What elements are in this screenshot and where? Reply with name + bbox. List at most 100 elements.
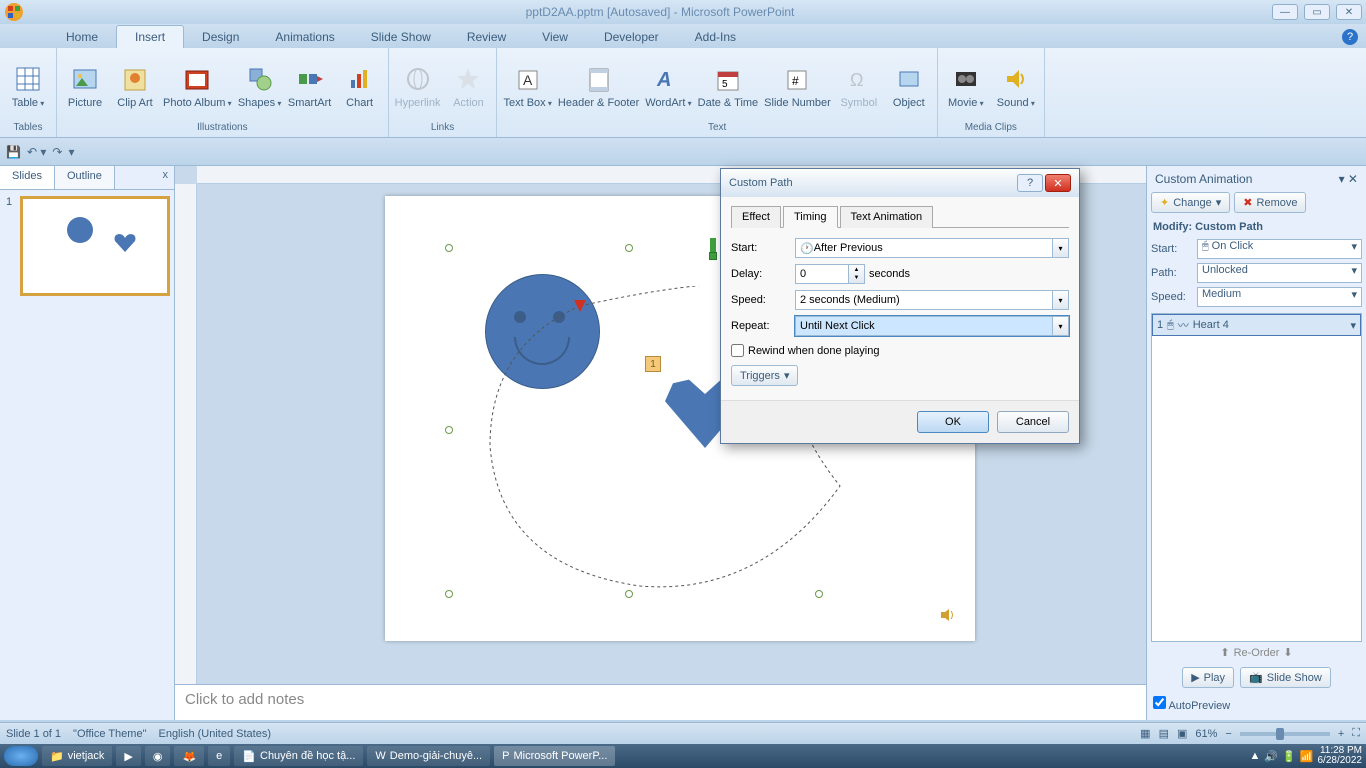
minimize-button[interactable]: — [1272,4,1298,20]
movie-button[interactable]: Movie [944,63,988,109]
view-slideshow-icon[interactable]: ▣ [1177,727,1187,740]
pane-dropdown-icon[interactable]: ▾ ✕ [1339,172,1358,186]
textbox-button[interactable]: AText Box [503,64,551,109]
triggers-button[interactable]: Triggers ▾ [731,365,798,386]
svg-text:#: # [792,74,799,88]
help-icon[interactable]: ? [1342,29,1358,45]
tray-icon[interactable]: 🔊 [1264,750,1278,763]
reorder-down-icon[interactable]: ⬇ [1283,646,1292,659]
tab-review[interactable]: Review [449,26,524,48]
slideshow-button[interactable]: 📺 Slide Show [1240,667,1331,688]
sound-button[interactable]: Sound [994,63,1038,109]
taskbar-mediaplayer[interactable]: ▶ [116,746,140,766]
play-button[interactable]: ▶ Play [1182,667,1234,688]
dialog-close-button[interactable]: ✕ [1045,174,1071,192]
headerfooter-button[interactable]: Header & Footer [558,64,639,109]
text-animation-tab[interactable]: Text Animation [840,206,934,228]
group-tables: Table Tables [0,48,57,137]
path-select[interactable]: Unlocked▾ [1197,263,1362,283]
delay-spinner[interactable]: 0▲▼ [795,264,865,284]
table-button[interactable]: Table [6,63,50,109]
symbol-button: ΩSymbol [837,63,881,109]
shapes-button[interactable]: Shapes [238,63,282,109]
object-button[interactable]: Object [887,63,931,109]
picture-button[interactable]: Picture [63,63,107,109]
tray-icon[interactable]: 🔋 [1282,750,1296,763]
fit-icon[interactable]: ⛶ [1352,727,1360,740]
speed-select[interactable]: Medium▾ [1197,287,1362,307]
slides-tab[interactable]: Slides [0,166,55,189]
office-button[interactable] [4,2,40,22]
slide-thumbnail[interactable] [20,196,170,296]
datetime-button[interactable]: 5Date & Time [698,64,759,109]
animation-item[interactable]: 1🖱〰Heart 4▾ [1152,314,1361,336]
ok-button[interactable]: OK [917,411,989,433]
repeat-combo[interactable]: Until Next Click▾ [795,316,1069,336]
tab-developer[interactable]: Developer [586,26,677,48]
svg-text:Ω: Ω [850,70,863,90]
smiley-shape[interactable] [485,274,600,389]
undo-icon[interactable]: ↶ ▾ [27,145,46,159]
animation-list[interactable]: 1🖱〰Heart 4▾ [1151,313,1362,642]
sound-icon[interactable] [939,607,955,623]
view-normal-icon[interactable]: ▦ [1140,727,1150,740]
panel-close-icon[interactable]: x [157,166,175,189]
cancel-button[interactable]: Cancel [997,411,1069,433]
tab-slideshow[interactable]: Slide Show [353,26,449,48]
zoom-out-icon[interactable]: − [1225,728,1231,740]
outline-tab[interactable]: Outline [55,166,115,189]
modify-label: Modify: Custom Path [1151,217,1362,237]
taskbar-foxit[interactable]: 📄 Chuyên đề học tậ... [234,746,363,766]
chart-button[interactable]: Chart [338,63,382,109]
tab-view[interactable]: View [524,26,586,48]
start-button[interactable] [4,746,38,766]
ruler-vertical [175,184,197,720]
status-bar: Slide 1 of 1 "Office Theme" English (Uni… [0,722,1366,744]
svg-text:5: 5 [722,79,728,90]
maximize-button[interactable]: ▭ [1304,4,1330,20]
timing-tab[interactable]: Timing [783,206,838,228]
reorder-controls: ⬆Re-Order⬇ [1151,646,1362,659]
tab-design[interactable]: Design [184,26,257,48]
clipart-button[interactable]: Clip Art [113,64,157,109]
tab-home[interactable]: Home [48,26,116,48]
language-indicator[interactable]: English (United States) [158,728,271,740]
reorder-up-icon[interactable]: ⬆ [1220,646,1229,659]
slides-panel: Slides Outline x 1 [0,166,175,720]
taskbar-chrome[interactable]: ◉ [145,746,171,766]
save-icon[interactable]: 💾 [6,145,21,159]
tray-icon[interactable]: 📶 [1300,750,1314,763]
dialog-help-icon[interactable]: ? [1017,174,1043,192]
start-select[interactable]: 🖱 On Click▾ [1197,239,1362,259]
redo-icon[interactable]: ↷ [52,145,62,159]
effect-tab[interactable]: Effect [731,206,781,228]
wordart-button[interactable]: AWordArt [645,63,691,109]
autopreview-checkbox[interactable]: AutoPreview [1151,692,1362,716]
view-sorter-icon[interactable]: ▤ [1159,727,1169,740]
taskbar-explorer[interactable]: 📁 vietjack [42,746,112,766]
close-button[interactable]: ✕ [1336,4,1362,20]
change-button[interactable]: ✦Change ▾ [1151,192,1230,213]
taskbar-ie[interactable]: e [208,746,230,766]
speed-combo[interactable]: 2 seconds (Medium)▾ [795,290,1069,310]
notes-pane[interactable]: Click to add notes [175,684,1146,720]
zoom-in-icon[interactable]: + [1338,728,1344,740]
rewind-checkbox[interactable]: Rewind when done playing [731,344,1069,357]
slide-indicator: Slide 1 of 1 [6,728,61,740]
window-controls: — ▭ ✕ [1272,4,1362,20]
smartart-button[interactable]: SmartArt [288,63,332,109]
zoom-slider[interactable] [1240,732,1330,736]
taskbar-powerpoint[interactable]: P Microsoft PowerP... [494,746,615,766]
slidenumber-button[interactable]: #Slide Number [764,64,831,109]
clock[interactable]: 11:28 PM6/28/2022 [1318,746,1363,766]
remove-button[interactable]: ✖Remove [1234,192,1306,213]
tab-addins[interactable]: Add-Ins [677,26,754,48]
tab-animations[interactable]: Animations [257,26,352,48]
zoom-level[interactable]: 61% [1195,728,1217,740]
photoalbum-button[interactable]: Photo Album [163,64,232,109]
tab-insert[interactable]: Insert [116,25,184,48]
taskbar-firefox[interactable]: 🦊 [174,746,204,766]
taskbar-word[interactable]: W Demo-giải-chuyê... [367,746,490,766]
start-combo[interactable]: 🕐 After Previous▾ [795,238,1069,258]
tray-icon[interactable]: ▲ [1250,750,1261,762]
